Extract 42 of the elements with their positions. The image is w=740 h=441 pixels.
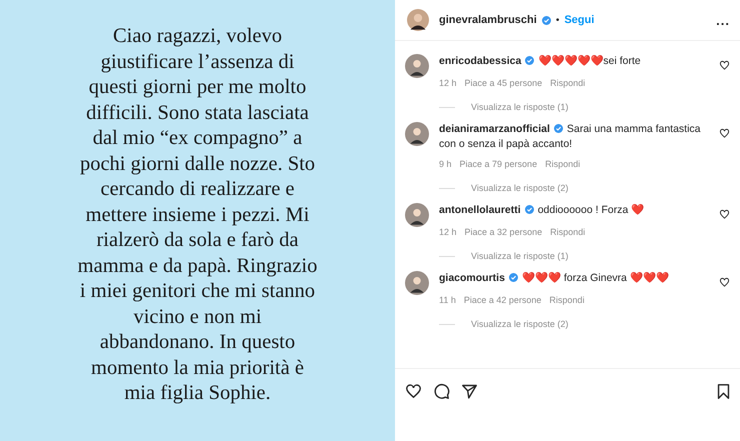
comment-username[interactable]: deianiramarzanofficial xyxy=(439,123,550,135)
comment-time: 12 h xyxy=(439,227,457,237)
share-icon[interactable] xyxy=(461,383,478,400)
post-text: Ciao ragazzi, volevo giustificare l’assenza di questi giorni per me molto difficili. Sono stata lasciata dal mio “ex compagno” a pochi giorni dalle nozze. Sto cercando di realizzare e mettere insieme i pezzi. Mi rialzerò da sola e farò da mamma e da papà. Ringrazio i miei genitori che mi stanno vicino e non mi abbandonano. In questo momento la mia priorità è mia figlia Sophie. xyxy=(78,24,318,406)
comment-text: giacomourtis ❤❤❤ forza Ginevra ❤❤❤ xyxy=(439,271,670,286)
like-icon[interactable] xyxy=(719,128,730,139)
comment-username[interactable]: giacomourtis xyxy=(439,272,505,284)
comment-time: 11 h xyxy=(439,295,456,305)
comment-text: antonellolauretti oddioooooo ! Forza ❤ xyxy=(439,203,646,218)
avatar[interactable] xyxy=(405,203,429,227)
avatar[interactable] xyxy=(405,271,429,295)
comment-icon[interactable] xyxy=(433,383,450,400)
avatar[interactable] xyxy=(407,9,429,31)
more-button[interactable]: ... xyxy=(716,12,730,28)
like-icon[interactable] xyxy=(719,60,730,71)
comment-username[interactable]: antonellolauretti xyxy=(439,204,521,216)
likes-link[interactable]: Piace a 42 persone xyxy=(464,295,542,305)
likes-link[interactable]: Piace a 79 persone xyxy=(460,159,538,169)
view-replies-link[interactable]: Visualizza le risposte (2) xyxy=(471,319,568,329)
comment-text: deianiramarzanofficial Sarai una mamma fantastica con o senza il papà accanto! xyxy=(439,122,702,152)
reply-link[interactable]: Rispondi xyxy=(550,227,586,237)
reply-link[interactable]: Rispondi xyxy=(550,78,586,88)
view-replies-link[interactable]: Visualizza le risposte (2) xyxy=(471,183,568,193)
comment-text: enricodabessica ❤❤❤❤❤sei forte xyxy=(439,54,642,69)
avatar[interactable] xyxy=(405,122,429,146)
likes-link[interactable]: Piace a 32 persone xyxy=(464,227,542,237)
username[interactable]: ginevralambruschi xyxy=(439,14,537,26)
follow-button[interactable]: Segui xyxy=(564,14,594,26)
bookmark-icon[interactable] xyxy=(715,383,732,400)
comment-username[interactable]: enricodabessica xyxy=(439,55,522,67)
like-icon[interactable] xyxy=(719,277,730,288)
view-replies-link[interactable]: Visualizza le risposte (1) xyxy=(471,251,568,261)
comment-time: 12 h xyxy=(439,78,457,88)
view-replies-link[interactable]: Visualizza le risposte (1) xyxy=(471,102,568,112)
comment-time: 9 h xyxy=(439,159,452,169)
like-icon[interactable] xyxy=(405,383,422,400)
likes-link[interactable]: Piace a 45 persone xyxy=(464,78,542,88)
avatar[interactable] xyxy=(405,54,429,78)
reply-link[interactable]: Rispondi xyxy=(549,295,584,305)
like-icon[interactable] xyxy=(719,209,730,220)
separator: • xyxy=(556,14,560,26)
reply-link[interactable]: Rispondi xyxy=(545,159,580,169)
